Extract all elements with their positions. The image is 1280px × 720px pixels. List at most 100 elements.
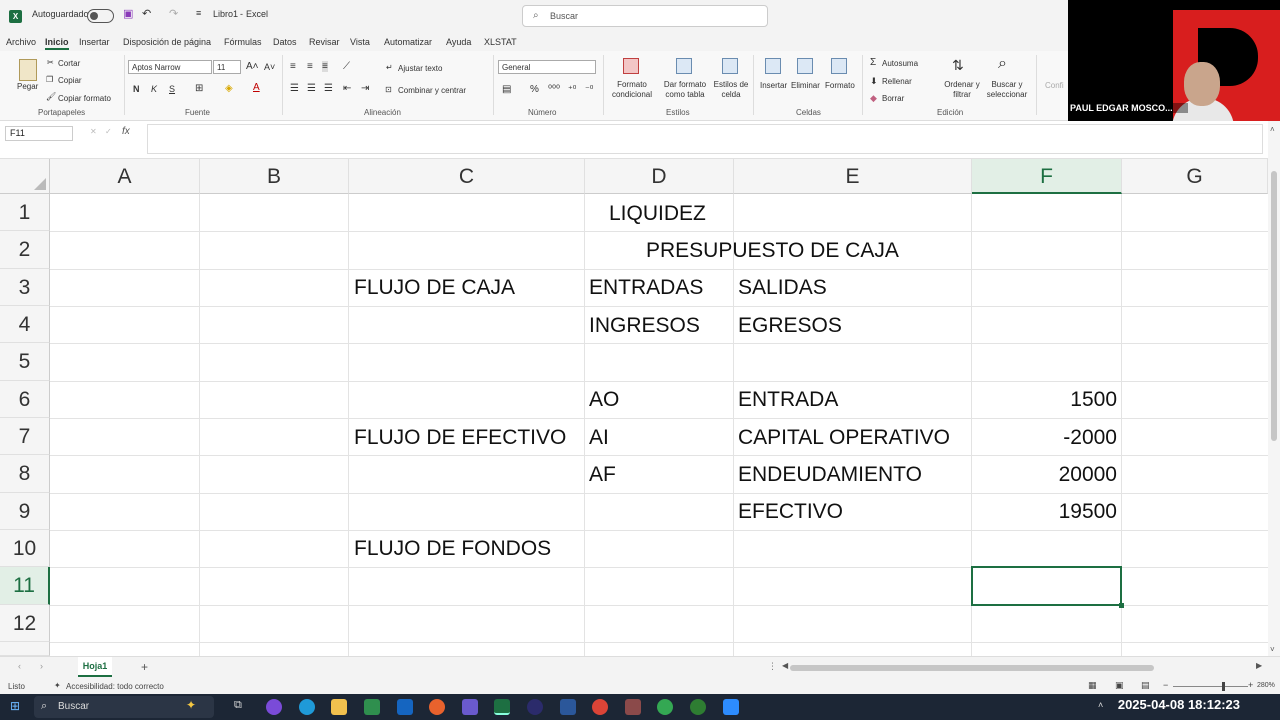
cell-styles-icon[interactable] xyxy=(722,58,738,74)
app-icon[interactable] xyxy=(690,699,706,715)
confidentiality-button[interactable]: Confi xyxy=(1045,81,1064,90)
comma-style-icon[interactable]: ⁰⁰⁰ xyxy=(548,84,560,95)
cancel-icon[interactable]: ✕ xyxy=(90,127,97,136)
cell-e7[interactable]: CAPITAL OPERATIVO xyxy=(738,426,950,450)
fill-color-icon[interactable]: ◈ xyxy=(225,83,233,94)
align-bottom-icon[interactable]: ≡ xyxy=(322,61,328,72)
zoom-out-icon[interactable]: − xyxy=(1163,680,1168,690)
tray-chevron-icon[interactable]: ˄ xyxy=(1098,700,1103,710)
vertical-scrollbar[interactable]: ˄ ˅ xyxy=(1268,121,1280,656)
chrome-icon[interactable] xyxy=(657,699,673,715)
bold-button[interactable]: N xyxy=(133,84,140,94)
fill-icon[interactable]: ⬇ xyxy=(870,76,878,87)
excel-taskbar-icon[interactable] xyxy=(494,699,510,715)
column-header-d[interactable]: D xyxy=(585,159,734,194)
horizontal-scroll-thumb[interactable] xyxy=(790,665,1154,671)
row-header-4[interactable]: 4 xyxy=(0,306,50,343)
tab-insertar[interactable]: Insertar xyxy=(79,37,110,47)
next-sheet-icon[interactable]: › xyxy=(40,661,43,671)
number-format-select[interactable]: General xyxy=(498,60,596,74)
grow-font-icon[interactable]: A˄ xyxy=(246,61,259,72)
format-cells-icon[interactable] xyxy=(831,58,847,74)
fill-button[interactable]: Rellenar xyxy=(882,77,912,86)
accounting-format-icon[interactable]: ▤ xyxy=(502,84,511,95)
cell-d1[interactable]: LIQUIDEZ xyxy=(609,202,706,226)
cell-d4[interactable]: INGRESOS xyxy=(589,314,700,338)
clear-button[interactable]: Borrar xyxy=(882,94,904,103)
redo-icon[interactable]: ↷ xyxy=(169,7,178,20)
decrease-decimal-icon[interactable]: ⁻⁰ xyxy=(585,84,593,95)
clear-icon[interactable]: ◆ xyxy=(870,93,877,104)
autosum-icon[interactable]: Σ xyxy=(870,57,876,68)
select-all-button[interactable] xyxy=(0,159,50,194)
underline-button[interactable]: S xyxy=(169,84,175,94)
cell-f8[interactable]: 20000 xyxy=(972,463,1117,487)
accessibility-status[interactable]: Accesibilidad: todo correcto xyxy=(66,682,164,691)
insert-cells-button[interactable]: Insertar xyxy=(760,81,787,90)
row-header-11[interactable]: 11 xyxy=(0,567,50,605)
scroll-left-icon[interactable]: ◀ xyxy=(782,661,788,670)
column-header-f[interactable]: F xyxy=(972,159,1122,194)
sort-filter-icon[interactable]: ⇅ xyxy=(952,57,964,74)
firefox-icon[interactable] xyxy=(429,699,445,715)
undo-icon[interactable]: ↶ xyxy=(142,7,151,20)
app-copilot-icon[interactable] xyxy=(266,699,282,715)
percent-button[interactable]: % xyxy=(530,84,539,95)
zoom-slider-handle[interactable] xyxy=(1222,682,1225,691)
cell-styles-button[interactable]: Estilos de celda xyxy=(712,80,750,100)
zoom-level[interactable]: 280% xyxy=(1257,682,1275,689)
wrap-text-icon[interactable]: ↵ xyxy=(386,63,393,72)
conditional-format-icon[interactable] xyxy=(623,58,639,74)
copy-button[interactable]: Copiar xyxy=(58,76,82,85)
cut-icon[interactable]: ✂ xyxy=(47,58,54,67)
column-header-b[interactable]: B xyxy=(200,159,349,194)
borders-icon[interactable]: ⊞ xyxy=(195,83,203,94)
zoom-in-icon[interactable]: + xyxy=(1248,680,1253,690)
merge-center-button[interactable]: Combinar y centrar xyxy=(398,86,466,95)
row-header-8[interactable]: 8 xyxy=(0,455,50,493)
row-header-10[interactable]: 10 xyxy=(0,530,50,567)
format-table-button[interactable]: Dar formato como tabla xyxy=(660,80,710,100)
row-header-1[interactable]: 1 xyxy=(0,194,50,231)
scroll-right-icon[interactable]: ▶ xyxy=(1256,661,1262,670)
format-cells-button[interactable]: Formato xyxy=(825,81,855,90)
chrome-red-icon[interactable] xyxy=(592,699,608,715)
file-explorer-icon[interactable] xyxy=(331,699,347,715)
search-box[interactable]: ⌕ Buscar xyxy=(522,5,768,27)
outlook-icon[interactable] xyxy=(397,699,413,715)
tab-inicio[interactable]: Inicio xyxy=(45,37,69,50)
row-header-2[interactable]: 2 xyxy=(0,231,50,269)
decrease-indent-icon[interactable]: ⇤ xyxy=(343,83,351,94)
page-layout-icon[interactable]: ▣ xyxy=(1115,680,1124,691)
font-color-icon[interactable]: A xyxy=(253,82,260,93)
column-header-e[interactable]: E xyxy=(734,159,972,194)
tab-vista[interactable]: Vista xyxy=(350,37,370,47)
cell-d7[interactable]: AI xyxy=(589,426,609,450)
tab-revisar[interactable]: Revisar xyxy=(309,37,340,47)
delete-cells-icon[interactable] xyxy=(797,58,813,74)
format-painter-icon[interactable]: 🖌 xyxy=(46,92,56,101)
cell-c10[interactable]: FLUJO DE FONDOS xyxy=(354,537,551,561)
font-name-select[interactable]: Aptos Narrow xyxy=(128,60,212,74)
tab-xlstat[interactable]: XLSTAT xyxy=(484,37,517,47)
cell-e4[interactable]: EGRESOS xyxy=(738,314,842,338)
word-icon[interactable] xyxy=(560,699,576,715)
zoom-app-icon[interactable] xyxy=(723,699,739,715)
row-header-9[interactable]: 9 xyxy=(0,493,50,530)
align-middle-icon[interactable]: ≡ xyxy=(307,61,313,72)
tab-disposicion[interactable]: Disposición de página xyxy=(123,37,211,47)
paste-button[interactable]: Pegar xyxy=(17,82,38,91)
edge-icon[interactable] xyxy=(299,699,315,715)
enter-icon[interactable]: ✓ xyxy=(105,127,112,136)
normal-view-icon[interactable]: ▦ xyxy=(1088,680,1097,691)
sheet-tab-hoja1[interactable]: Hoja1 xyxy=(78,657,112,677)
page-break-icon[interactable]: ▤ xyxy=(1141,680,1150,691)
tab-automatizar[interactable]: Automatizar xyxy=(384,37,432,47)
column-header-a[interactable]: A xyxy=(50,159,200,194)
cell-d3[interactable]: ENTRADAS xyxy=(589,276,703,300)
app-icon[interactable] xyxy=(625,699,641,715)
row-header-12[interactable]: 12 xyxy=(0,605,50,642)
italic-button[interactable]: K xyxy=(151,84,157,94)
tab-ayuda[interactable]: Ayuda xyxy=(446,37,471,47)
save-icon[interactable]: ▣ xyxy=(123,7,133,20)
